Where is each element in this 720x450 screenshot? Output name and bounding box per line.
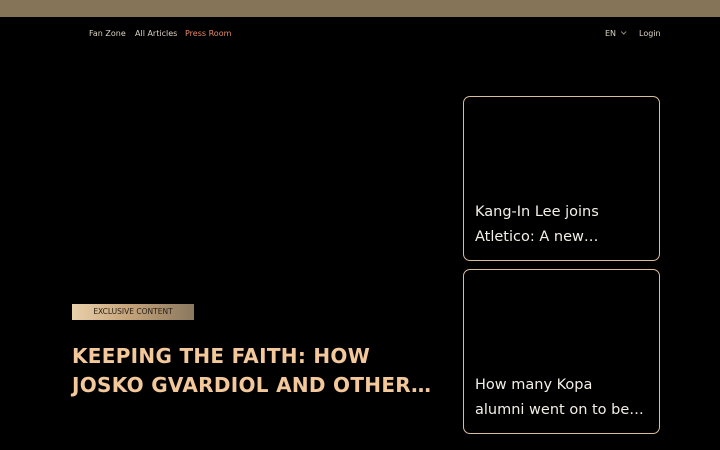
- language-selector[interactable]: EN: [605, 29, 627, 39]
- nav-all-articles[interactable]: All Articles: [135, 29, 177, 39]
- nav-fan-zone[interactable]: Fan Zone: [89, 29, 126, 39]
- login-link[interactable]: Login: [639, 29, 661, 39]
- page: Fan Zone All Articles Press Room EN Logi…: [0, 0, 720, 450]
- top-bar: [0, 0, 720, 17]
- chevron-down-icon: [620, 29, 627, 35]
- article-card[interactable]: Kang-In Lee joins Atletico: A new…: [463, 96, 660, 261]
- exclusive-content-badge: EXCLUSIVE CONTENT: [72, 304, 194, 320]
- language-label: EN: [605, 29, 617, 38]
- article-card[interactable]: How many Kopa alumni went on to be…: [463, 269, 660, 434]
- nav-press-room[interactable]: Press Room: [185, 29, 231, 39]
- hero-article-title[interactable]: KEEPING THE FAITH: HOW JOSKO GVARDIOL AN…: [72, 342, 442, 400]
- main-nav: Fan Zone All Articles Press Room EN Logi…: [0, 17, 720, 51]
- article-card-title: Kang-In Lee joins Atletico: A new…: [475, 204, 599, 245]
- article-card-title: How many Kopa alumni went on to be…: [475, 377, 644, 418]
